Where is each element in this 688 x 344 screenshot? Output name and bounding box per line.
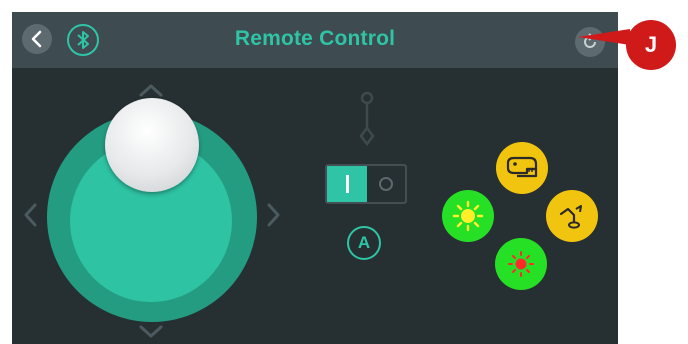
light-action-button[interactable] [442,190,494,242]
power-off-icon [379,177,393,191]
joystick-knob[interactable] [105,98,199,192]
toggle-off-segment[interactable] [367,166,405,202]
sun-light-icon [452,200,484,232]
arm-action-button[interactable] [546,190,598,242]
page-title: Remote Control [234,27,396,50]
slider-indicator-icon [359,91,375,147]
annotation-marker: J [626,20,676,70]
power-on-icon [345,175,349,193]
chevron-up-icon [139,84,163,97]
remote-control-screen: Remote Control A [12,12,618,344]
head-action-button[interactable] [496,142,548,194]
chevron-right-icon [267,203,280,227]
toggle-on-segment[interactable] [327,166,367,202]
red-light-icon [508,251,534,277]
chevron-down-icon [139,325,163,338]
dinosaur-head-icon [506,156,538,178]
mode-toggle[interactable] [325,164,407,204]
auto-button[interactable]: A [347,226,381,260]
chevron-left-icon [24,203,37,227]
arm-icon [559,205,582,229]
red-light-action-button[interactable] [495,238,547,290]
top-bar: Remote Control [12,12,618,68]
